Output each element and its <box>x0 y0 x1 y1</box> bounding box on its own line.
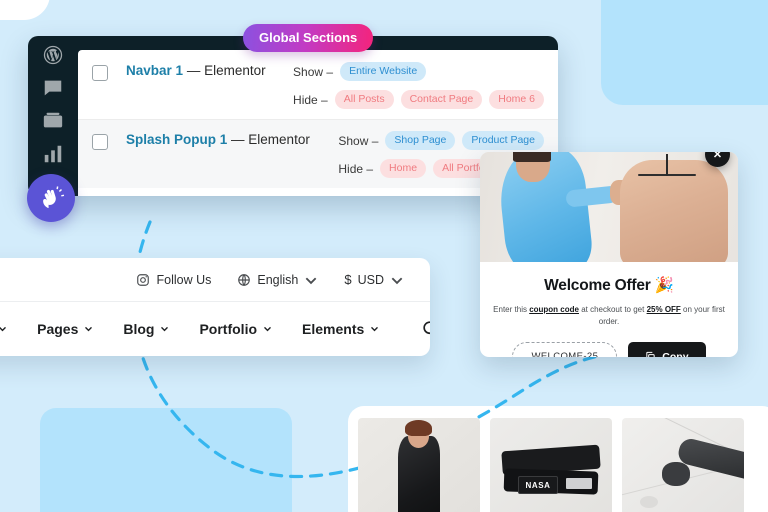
row-checkbox[interactable] <box>92 134 108 150</box>
topbar-label: English <box>257 272 299 287</box>
section-name[interactable]: Navbar 1 <box>126 63 183 78</box>
section-title: Splash Popup 1 — Elementor <box>126 131 310 147</box>
popup-content: Welcome Offer 🎉 Enter this coupon code a… <box>480 262 738 357</box>
topbar-follow-us[interactable]: Follow Us <box>136 273 211 287</box>
section-builder: Elementor <box>204 63 266 78</box>
wordpress-logo-icon[interactable] <box>42 44 64 66</box>
section-title: Navbar 1 — Elementor <box>126 62 266 78</box>
comments-icon[interactable] <box>42 77 64 99</box>
clapping-hand-icon[interactable] <box>27 174 75 222</box>
globe-icon <box>237 273 251 287</box>
show-tag[interactable]: Product Page <box>462 131 544 150</box>
hide-tag[interactable]: Contact Page <box>400 90 483 109</box>
menu-item-portfolio[interactable]: Portfolio <box>199 321 272 337</box>
instagram-icon <box>136 273 150 287</box>
show-label: Show – <box>338 133 379 148</box>
product-thumbnail-row: NASA <box>358 418 744 512</box>
menu-label: Pages <box>37 320 79 337</box>
popup-description: Enter this coupon code at checkout to ge… <box>492 304 726 327</box>
desc-coupon-code-strong: coupon code <box>529 305 579 314</box>
section-separator: — <box>186 63 201 78</box>
chevron-down-icon <box>391 277 403 284</box>
show-label: Show – <box>293 64 334 79</box>
topbar-label: Follow Us <box>156 272 212 287</box>
dollar-icon: $ <box>344 272 352 287</box>
hide-tag[interactable]: All Posts <box>334 90 394 109</box>
product-thumbnail[interactable] <box>622 418 744 512</box>
show-tag[interactable]: Shop Page <box>385 131 456 150</box>
chevron-down-icon <box>306 277 317 284</box>
product-belt-label <box>566 478 592 489</box>
hide-tag[interactable]: Home <box>380 159 427 178</box>
menu-label: Portfolio <box>199 320 258 337</box>
menu-item-shop[interactable]: op <box>0 321 7 337</box>
popup-title-text: Welcome Offer <box>544 277 651 294</box>
hide-label: Hide – <box>293 92 328 107</box>
menu-item-elements[interactable]: Elements <box>302 321 379 337</box>
product-belt-buckle: NASA <box>518 476 558 494</box>
wordpress-admin-panel: Navbar 1 — Elementor Show – Entire Websi… <box>28 36 558 196</box>
menu-label: Elements <box>302 320 365 337</box>
media-icon[interactable] <box>42 110 64 132</box>
section-separator: — <box>231 132 245 147</box>
row-checkbox[interactable] <box>92 65 108 81</box>
popup-title: Welcome Offer 🎉 <box>492 276 726 295</box>
show-tag[interactable]: Entire Website <box>340 62 427 81</box>
chevron-down-icon <box>371 326 379 332</box>
product-model-hair <box>405 420 432 436</box>
desc-discount-strong: 25% OFF <box>646 305 681 314</box>
desc-prefix: Enter this <box>493 305 530 314</box>
chevron-down-icon <box>85 326 93 332</box>
hero-hanger-hook <box>666 154 668 176</box>
chevron-down-icon <box>0 326 7 332</box>
menu-label: Blog <box>123 320 155 337</box>
table-row[interactable]: Navbar 1 — Elementor Show – Entire Websi… <box>78 50 558 119</box>
row-rules: Show – Entire Website Hide – All Posts C… <box>293 62 558 109</box>
section-name[interactable]: Splash Popup 1 <box>126 132 227 147</box>
popup-hero-image <box>480 152 738 262</box>
product-thumbnail[interactable] <box>358 418 480 512</box>
show-rule: Show – Entire Website <box>293 62 544 81</box>
hero-person-hair <box>513 152 551 162</box>
storefront-action-icons: 6 1 <box>421 319 430 338</box>
copy-button[interactable]: Copy <box>628 342 706 357</box>
show-rule: Show – Shop Page Product Page <box>338 131 544 150</box>
desc-middle: at checkout to get <box>578 305 647 314</box>
chevron-down-icon <box>264 326 271 332</box>
coupon-code-pill[interactable]: WELCOME-25 <box>512 342 618 357</box>
topbar-label: USD <box>357 272 384 287</box>
nasa-wordmark: NASA <box>525 480 551 490</box>
topbar-currency[interactable]: $ USD <box>344 272 404 287</box>
product-thumbnail[interactable]: NASA <box>490 418 612 512</box>
storefront-main-menu: op Pages Blog Portfolio Elements 6 <box>0 302 430 355</box>
menu-item-blog[interactable]: Blog <box>123 321 169 337</box>
hide-label: Hide – <box>338 161 374 176</box>
global-sections-badge: Global Sections <box>243 24 374 52</box>
menu-item-pages[interactable]: Pages <box>37 321 93 337</box>
hide-rule: Hide – All Posts Contact Page Home 6 <box>293 90 544 109</box>
popup-actions: WELCOME-25 Copy <box>492 342 726 357</box>
chevron-down-icon <box>161 326 169 332</box>
analytics-bars-icon[interactable] <box>42 143 64 165</box>
party-popper-emoji: 🎉 <box>654 277 674 294</box>
section-builder: Elementor <box>248 132 310 147</box>
hide-tag[interactable]: Home 6 <box>489 90 544 109</box>
wordpress-admin-sidebar[interactable] <box>28 36 78 196</box>
copy-icon <box>645 351 656 357</box>
copy-label: Copy <box>662 350 689 357</box>
topbar-language[interactable]: English <box>237 273 318 287</box>
storefront-header-card: Follow Us English $ USD op Pages Blo <box>0 258 430 356</box>
product-hand <box>662 462 690 486</box>
storefront-topbar: Follow Us English $ USD <box>0 258 430 302</box>
background-blob <box>640 496 658 508</box>
welcome-offer-popup: ✕ Welcome Offer 🎉 Enter this coupon code… <box>480 152 738 357</box>
search-icon[interactable] <box>421 319 430 338</box>
